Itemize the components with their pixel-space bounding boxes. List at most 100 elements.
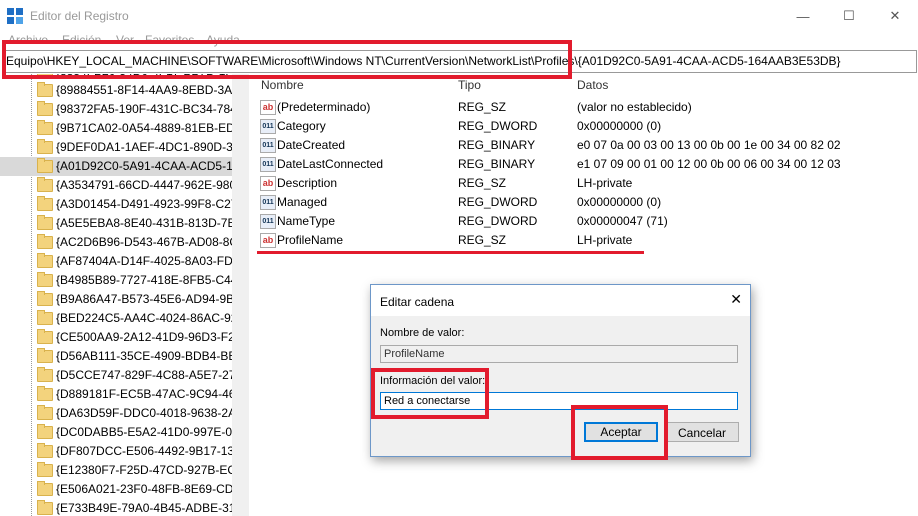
tree-item[interactable]: {A3534791-66CD-4447-962E-9804 [0,176,243,195]
column-header-type[interactable]: Tipo [458,78,481,92]
tree-item[interactable]: {E12380F7-F25D-47CD-927B-ECC7 [0,461,248,480]
folder-icon [37,215,53,230]
address-highlight-box [2,40,572,79]
value-row[interactable]: 011 DateLastConnected REG_BINARY e1 07 09 0… [254,155,914,174]
value-data-highlight-box [371,368,489,419]
cancel-button[interactable]: Cancelar [665,422,739,442]
profilename-highlight-line [257,251,644,254]
value-name-label: Nombre de valor: [380,327,465,339]
value-type: REG_DWORD [458,214,538,228]
folder-icon [37,329,53,344]
tree-item[interactable]: {DF807DCC-E506-4492-9B17-13C4 [0,442,248,461]
value-row[interactable]: 011 DateCreated REG_BINARY e0 07 0a 00 03 0… [254,136,914,155]
value-row[interactable]: ab Description REG_SZ LH-private [254,174,914,193]
tree-item-label: {E506A021-23F0-48FB-8E69-CD46 [56,482,247,496]
folder-icon [37,310,53,325]
binary-value-icon: 011 [260,195,276,210]
dialog-close-icon[interactable]: ✕ [730,291,742,308]
value-row[interactable]: ab (Predeterminado) REG_SZ (valor no establ… [254,98,914,117]
ok-highlight-box [571,405,668,460]
value-type: REG_BINARY [458,138,536,152]
value-row[interactable]: 011 NameType REG_DWORD 0x00000047 (71) [254,212,914,231]
tree-item[interactable]: {D56AB111-35CE-4909-BDB4-BE6 [0,347,243,366]
tree-item-label: {A3534791-66CD-4447-962E-9804 [56,178,243,192]
value-name: ProfileName [277,233,344,247]
tree-item[interactable]: {DA63D59F-DDC0-4018-9638-2A8 [0,404,243,423]
binary-value-icon: 011 [260,157,276,172]
folder-icon [37,405,53,420]
title-bar: Editor del Registro — ☐ ✕ [0,0,918,32]
value-row[interactable]: 011 Category REG_DWORD 0x00000000 (0) [254,117,914,136]
tree-item-label: {D56AB111-35CE-4909-BDB4-BE6 [56,349,243,363]
value-name: DateCreated [277,138,346,152]
folder-icon [37,120,53,135]
tree-item[interactable]: {D5CCE747-829F-4C88-A5E7-277F [0,366,248,385]
binary-value-icon: 011 [260,214,276,229]
tree-item-label: {98372FA5-190F-431C-BC34-7845 [56,102,244,116]
tree-scrollbar[interactable] [232,74,249,516]
tree-item[interactable]: {BED224C5-AA4C-4024-86AC-921 [0,309,244,328]
value-name: Managed [277,195,328,209]
tree-item-label: {BED224C5-AA4C-4024-86AC-921 [56,311,245,325]
value-type: REG_DWORD [458,195,538,209]
column-header-data[interactable]: Datos [577,78,608,92]
value-row[interactable]: 011 Managed REG_DWORD 0x00000000 (0) [254,193,914,212]
binary-value-icon: 011 [260,119,276,134]
tree-item[interactable]: {A5E5EBA8-8E40-431B-813D-7B5E [0,214,248,233]
tree-item[interactable]: {DC0DABB5-E5A2-41D0-997E-06B [0,423,247,442]
tree-item-label: {CE500AA9-2A12-41D9-96D3-F27 [56,330,242,344]
maximize-button[interactable]: ☐ [826,0,872,32]
tree-item-label: {AC2D6B96-D543-467B-AD08-8CE [56,235,247,249]
value-name-field: ProfileName [380,345,738,363]
tree-item[interactable]: {CE500AA9-2A12-41D9-96D3-F27 [0,328,241,347]
key-tree[interactable]: {8854FB20-54D0-4F17-BB7D-1F7A{89884551-8… [0,74,249,516]
folder-icon [37,196,53,211]
tree-item[interactable]: {89884551-8F14-4AA9-8EBD-3A98 [0,81,245,100]
folder-icon [37,348,53,363]
tree-item-label: {E12380F7-F25D-47CD-927B-ECC7 [56,463,249,477]
tree-item[interactable]: {A01D92C0-5A91-4CAA-ACD5-16 [0,157,239,176]
column-header-name[interactable]: Nombre [261,78,304,92]
window-title: Editor del Registro [30,9,129,23]
value-type: REG_SZ [458,100,507,114]
tree-item[interactable]: {D889181F-EC5B-47AC-9C94-4681 [0,385,248,404]
dialog-title: Editar cadena [380,295,455,309]
tree-item[interactable]: {A3D01454-D491-4923-99F8-C27A [0,195,245,214]
tree-item[interactable]: {AF87404A-D14F-4025-8A03-FDEA [0,252,248,271]
tree-item-label: {DA63D59F-DDC0-4018-9638-2A8 [56,406,243,420]
binary-value-icon: 011 [260,138,276,153]
tree-item-label: {B9A86A47-B573-45E6-AD94-9BC [56,292,243,306]
tree-item-label: {DC0DABB5-E5A2-41D0-997E-06B [56,425,247,439]
folder-icon [37,177,53,192]
tree-item[interactable]: {B4985B89-7727-418E-8FB5-C4459 [0,271,248,290]
minimize-button[interactable]: — [780,0,826,32]
folder-icon [37,424,53,439]
tree-item[interactable]: {9DEF0DA1-1AEF-4DC1-890D-3FE [0,138,248,157]
tree-item[interactable]: {E733B49E-79A0-4B45-ADBE-3127 [0,499,248,516]
value-data: LH-private [577,176,633,190]
close-button[interactable]: ✕ [872,0,918,32]
string-value-icon: ab [260,176,276,191]
tree-item[interactable]: {E506A021-23F0-48FB-8E69-CD46 [0,480,247,499]
value-name: Category [277,119,326,133]
value-data: 0x00000000 (0) [577,119,662,133]
value-data: 0x00000047 (71) [577,214,668,228]
value-name: (Predeterminado) [277,100,371,114]
folder-icon [37,443,53,458]
folder-icon [37,367,53,382]
value-type: REG_DWORD [458,119,538,133]
tree-item[interactable]: {9B71CA02-0A54-4889-81EB-ED82 [0,119,248,138]
value-name: NameType [277,214,336,228]
dialog-title-bar: Editar cadena ✕ [371,285,750,316]
tree-item-label: {9B71CA02-0A54-4889-81EB-ED82 [56,121,249,135]
tree-item-label: {DF807DCC-E506-4492-9B17-13C4 [56,444,249,458]
value-type: REG_SZ [458,233,507,247]
folder-icon [37,500,53,515]
tree-item-label: {D889181F-EC5B-47AC-9C94-4681 [56,387,249,401]
tree-item[interactable]: {98372FA5-190F-431C-BC34-7845 [0,100,243,119]
tree-item[interactable]: {B9A86A47-B573-45E6-AD94-9BC [0,290,243,309]
folder-icon [37,139,53,154]
tree-item[interactable]: {AC2D6B96-D543-467B-AD08-8CE [0,233,246,252]
value-row[interactable]: ab ProfileName REG_SZ LH-private [254,231,914,250]
tree-item-label: {A3D01454-D491-4923-99F8-C27A [56,197,246,211]
